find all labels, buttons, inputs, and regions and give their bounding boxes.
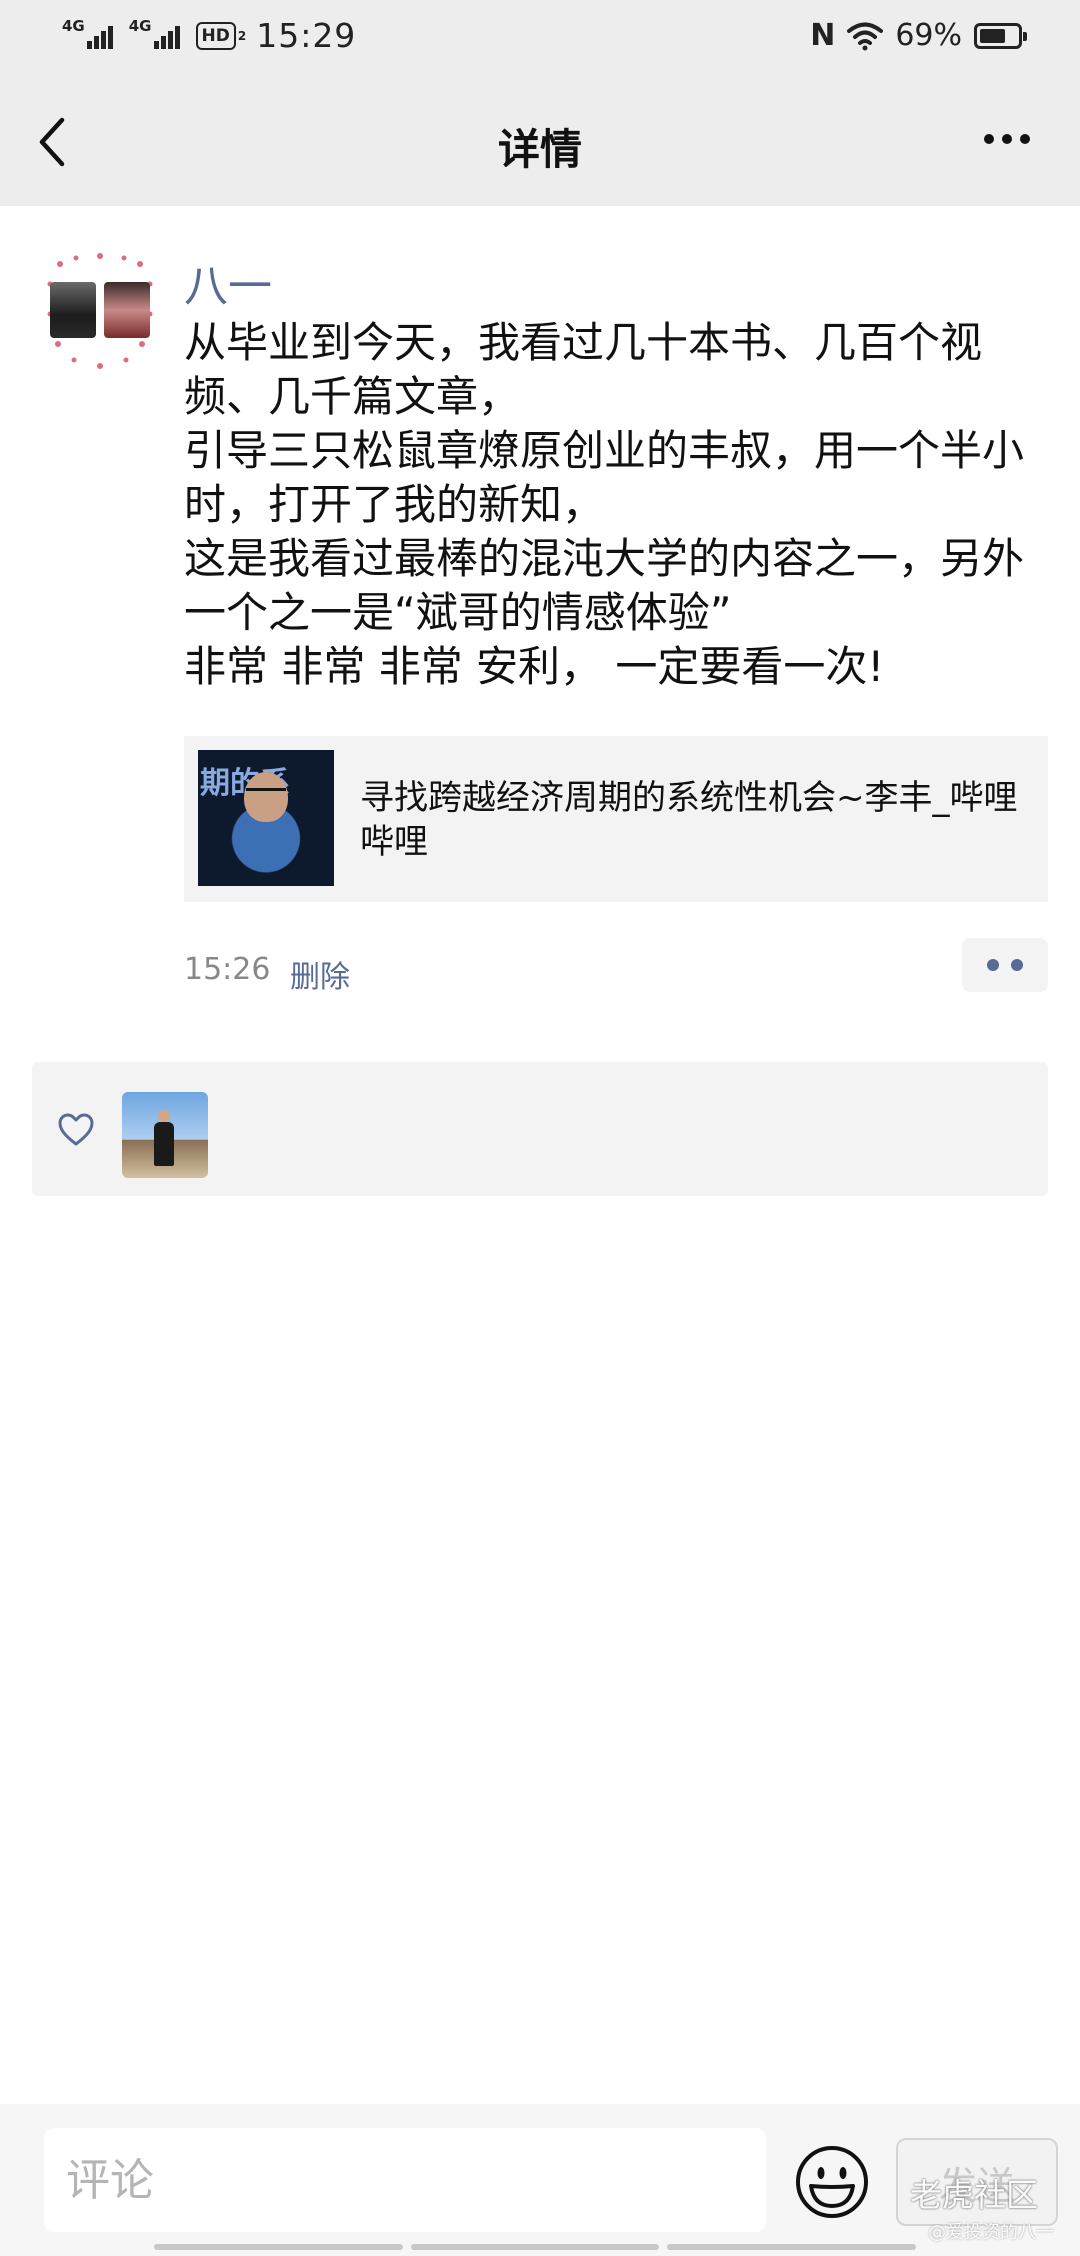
status-right: N 69% [810, 18, 1027, 53]
battery-icon [974, 22, 1027, 49]
signal-icon-2: 4G [129, 17, 182, 49]
signal-label-2: 4G [128, 16, 152, 35]
hd-voice-sub: 2 [237, 28, 247, 43]
post-time: 15:26 [184, 952, 271, 987]
signal-label: 4G [62, 16, 85, 35]
delete-link[interactable]: 删除 [290, 952, 350, 996]
emoji-icon[interactable] [794, 2144, 870, 2220]
watermark-logo: 老虎社区 [910, 2176, 1039, 2214]
link-title: 寻找跨越经济周期的系统性机会~李丰_哔哩哔哩 [360, 778, 1018, 862]
home-indicator [154, 2244, 924, 2252]
author-name[interactable]: 八一 [184, 250, 272, 314]
battery-percent: 69% [895, 18, 962, 53]
more-options-icon[interactable] [976, 134, 1030, 144]
like-comment-button[interactable] [962, 938, 1048, 992]
status-left: 4G 4G HD 2 15:29 [62, 16, 356, 55]
status-bar: 4G 4G HD 2 15:29 N 69% [0, 0, 1080, 76]
author-avatar[interactable] [46, 248, 154, 372]
avatar-photo-left [50, 282, 96, 338]
wifi-icon [847, 22, 884, 50]
status-time: 15:29 [256, 16, 357, 55]
signal-icon: 4G [62, 17, 115, 49]
link-thumbnail: 期的系 [198, 750, 334, 886]
nav-bar: 详情 [0, 76, 1080, 206]
comment-input[interactable] [44, 2128, 766, 2232]
likes-section [32, 1062, 1048, 1196]
page-title: 详情 [497, 125, 582, 174]
heart-icon [58, 1113, 94, 1146]
nfc-icon: N [810, 18, 836, 53]
hd-voice-icon: HD [195, 21, 236, 50]
shared-link-card[interactable]: 期的系 寻找跨越经济周期的系统性机会~李丰_哔哩哔哩 [184, 736, 1048, 902]
post-text: 从毕业到今天，我看过几十本书、几百个视频、几千篇文章， 引导三只松鼠章燎原创业的… [184, 318, 1025, 691]
watermark-handle: @爱投资的八一 [928, 2222, 1054, 2243]
avatar-photo-right [104, 282, 150, 338]
liker-avatar[interactable] [122, 1092, 208, 1178]
